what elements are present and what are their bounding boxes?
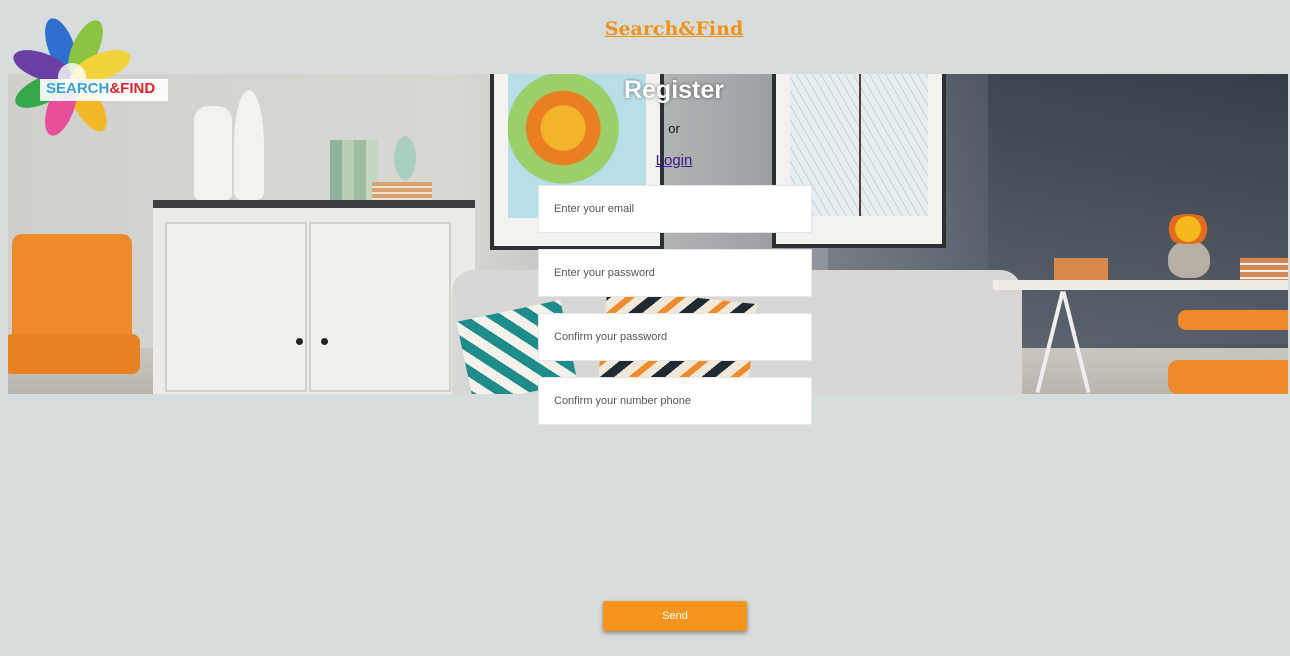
or-label: or [668,121,680,136]
confirm-password-field[interactable] [538,313,812,361]
site-title[interactable]: Search&Find [0,18,1290,40]
orange-chair [8,234,144,394]
login-link[interactable]: Login [656,152,693,169]
register-heading: Register [623,76,725,104]
send-button[interactable]: Send [603,601,747,631]
phone-number-field[interactable] [538,377,812,425]
cabinet [153,200,475,394]
email-field[interactable] [538,185,812,233]
password-field[interactable] [538,249,812,297]
